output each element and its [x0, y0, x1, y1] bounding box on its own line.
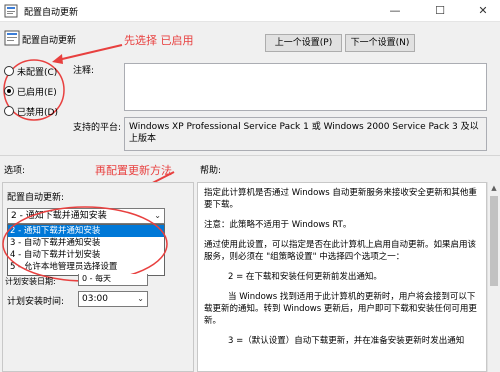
maximize-button[interactable]: ☐ — [425, 0, 455, 22]
comment-label: 注释: — [73, 66, 95, 76]
policy-settings-icon — [4, 4, 18, 18]
scrollbar-thumb[interactable] — [490, 196, 498, 286]
radio-circle — [4, 106, 14, 116]
minimize-button[interactable]: — — [380, 0, 410, 22]
radio-label: 未配置(C) — [17, 67, 58, 78]
schedule-day-label: 计划安装日期: — [5, 277, 56, 286]
radio-not-configured[interactable]: 未配置(C) — [4, 64, 57, 78]
minimize-icon: — — [389, 4, 401, 17]
close-button[interactable]: ✕ — [468, 0, 498, 22]
annotation-ellipse-dropdown — [2, 206, 168, 282]
help-panel: 指定此计算机是否通过 Windows 自动更新服务来接收安全更新和其他重要下载。… — [197, 182, 487, 372]
supported-platform-label: 支持的平台: — [73, 123, 122, 133]
help-label: 帮助: — [200, 166, 222, 176]
schedule-day-select[interactable]: 0 - 每天 — [78, 274, 148, 286]
chevron-down-icon: ⌄ — [137, 294, 144, 303]
radio-label: 已启用(E) — [17, 87, 57, 98]
title-bar: 配置自动更新 — ☐ ✕ — [0, 0, 500, 22]
radio-circle — [4, 66, 14, 76]
help-paragraph: 3 =（默认设置）自动下载更新，并在准备安装更新时发出通知 — [228, 336, 465, 346]
policy-icon — [4, 30, 20, 46]
radio-enabled[interactable]: 已启用(E) — [4, 84, 57, 98]
help-scrollbar[interactable]: ▲ — [487, 182, 500, 372]
maximize-icon: ☐ — [435, 4, 445, 17]
next-setting-button[interactable]: 下一个设置(N) — [345, 34, 415, 52]
select-value: 0 - 每天 — [82, 274, 112, 283]
previous-setting-button[interactable]: 上一个设置(P) — [265, 34, 342, 52]
help-paragraph: 当 Windows 找到适用于此计算机的更新时，用户将会接到可以下载更新的通知。… — [204, 292, 477, 326]
annotation-select-enabled: 先选择 已启用 — [124, 34, 194, 47]
close-icon: ✕ — [478, 4, 488, 17]
comment-textbox[interactable] — [124, 63, 487, 111]
divider — [0, 155, 500, 156]
help-paragraph: 注意：此策略不适用于 Windows RT。 — [204, 220, 352, 230]
radio-disabled[interactable]: 已禁用(D) — [4, 104, 58, 118]
supported-platform-value: Windows XP Professional Service Pack 1 或… — [129, 122, 479, 144]
help-paragraph: 指定此计算机是否通过 Windows 自动更新服务来接收安全更新和其他重要下载。 — [204, 188, 477, 210]
select-value: 03:00 — [82, 294, 108, 304]
radio-circle-selected — [4, 86, 14, 96]
schedule-time-label: 计划安装时间: — [7, 297, 65, 307]
scroll-up-icon[interactable]: ▲ — [488, 182, 500, 194]
options-label: 选项: — [4, 166, 26, 176]
help-paragraph: 2 = 在下载和安装任何更新前发出通知。 — [228, 272, 382, 282]
window-title: 配置自动更新 — [24, 8, 79, 18]
radio-label: 已禁用(D) — [17, 107, 58, 118]
supported-platform-box: Windows XP Professional Service Pack 1 或… — [124, 117, 487, 151]
help-paragraph: 通过使用此设置，可以指定是否在此计算机上启用自动更新。如果启用该服务，则必须在 … — [204, 240, 477, 262]
schedule-time-select[interactable]: 03:00 ⌄ — [78, 291, 148, 307]
